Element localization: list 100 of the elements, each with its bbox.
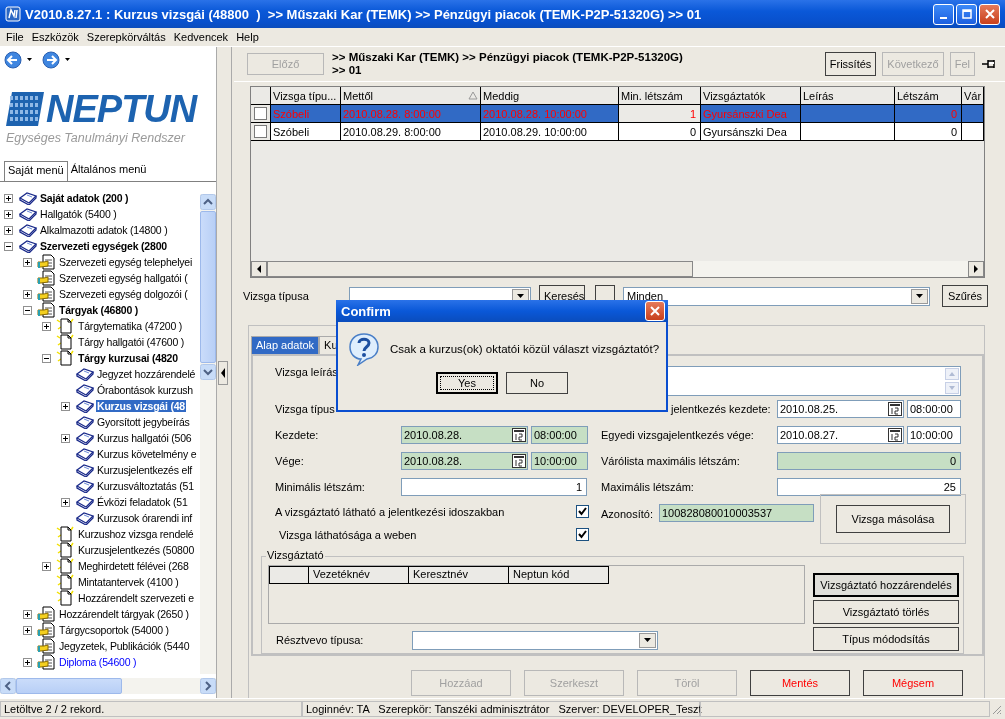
collapse-icon[interactable] xyxy=(42,353,51,363)
expand-icon[interactable] xyxy=(4,225,13,235)
back-icon[interactable] xyxy=(4,51,34,69)
tree-item[interactable]: Gyorsított jegybeírás xyxy=(96,416,191,428)
input-field[interactable]: 0 xyxy=(777,452,961,470)
tree-item[interactable]: Tárgytematika (47200 ) xyxy=(77,320,184,332)
calendar-icon[interactable] xyxy=(512,428,526,442)
tree-item[interactable]: Mintatantervek (4100 ) xyxy=(77,576,180,588)
tree-item[interactable]: Évközi feladatok (51 xyxy=(96,496,189,508)
date-field[interactable]: 2010.08.28. xyxy=(401,426,528,444)
tree-item[interactable]: Diploma (54600 ) xyxy=(58,656,138,668)
minimize-button[interactable] xyxy=(933,3,954,25)
tree-item[interactable]: Hozzárendelt tárgyak (2650 ) xyxy=(58,608,190,620)
tree-item[interactable]: Tárgycsoportok (54000 ) xyxy=(58,624,170,636)
scroll-right-icon[interactable] xyxy=(968,261,984,277)
expand-icon[interactable] xyxy=(61,433,70,443)
expand-icon[interactable] xyxy=(42,561,51,571)
tree-item[interactable]: Tárgy hallgatói (47600 ) xyxy=(77,336,186,348)
id-field[interactable]: 100828080010003537 xyxy=(659,504,814,522)
maximize-button[interactable] xyxy=(956,3,977,25)
column-header[interactable]: Keresztnév xyxy=(409,566,509,584)
tree-item[interactable]: Tárgy kurzusai (4820 xyxy=(77,352,179,364)
scroll-down-icon[interactable] xyxy=(200,364,216,380)
expand-icon[interactable] xyxy=(42,321,51,331)
tree-item[interactable]: Kurzushoz vizsga rendelé xyxy=(77,528,195,540)
column-header[interactable]: Vezetéknév xyxy=(309,566,409,584)
horizontal-scrollbar[interactable] xyxy=(251,261,984,277)
time-field[interactable]: 08:00:00 xyxy=(531,426,588,444)
tree-item[interactable]: Meghirdetett félévei (268 xyxy=(77,560,190,572)
input-field[interactable]: 1 xyxy=(401,478,587,496)
expand-icon[interactable] xyxy=(4,193,13,203)
checkbox[interactable] xyxy=(576,505,589,518)
copy-button[interactable]: Vizsga másolása xyxy=(836,505,950,533)
menu-item[interactable]: Eszközök xyxy=(27,31,83,43)
tree-item[interactable]: Jegyzetek, Publikációk (5440 xyxy=(58,640,191,652)
tree-item[interactable]: Hallgatók (5400 ) xyxy=(39,208,118,220)
calendar-icon[interactable] xyxy=(512,454,526,468)
collapse-icon[interactable] xyxy=(23,305,32,315)
time-field[interactable]: 10:00:00 xyxy=(531,452,588,470)
calendar-icon[interactable] xyxy=(888,402,902,416)
nav-button[interactable]: Frissítés xyxy=(824,52,877,76)
time-field[interactable]: 10:00:00 xyxy=(907,426,961,444)
tree-item[interactable]: Kurzusjelentkezés elf xyxy=(96,464,194,476)
tree-item[interactable]: Szervezeti egység dolgozói ( xyxy=(58,288,189,300)
resize-grip-icon[interactable] xyxy=(990,703,1002,715)
role-dropdown[interactable] xyxy=(412,630,658,650)
tree-item[interactable]: Órabontások kurzush xyxy=(96,384,194,396)
examiner-button[interactable]: Vizsgáztató hozzárendelés xyxy=(813,573,959,597)
scroll-thumb[interactable] xyxy=(200,211,216,363)
menu-tab[interactable]: Általános menü xyxy=(67,161,150,181)
menu-item[interactable]: Szerepkörváltás xyxy=(82,31,170,43)
expand-icon[interactable] xyxy=(23,609,32,619)
tree-item[interactable]: Alkalmazotti adatok (14800 ) xyxy=(39,224,169,236)
tree-item[interactable]: Kurzus vizsgái (48 xyxy=(96,400,186,412)
expand-icon[interactable] xyxy=(23,657,32,667)
column-header[interactable]: Neptun kód xyxy=(509,566,609,584)
close-button[interactable] xyxy=(979,3,1000,25)
expand-icon[interactable] xyxy=(61,401,70,411)
date-field[interactable]: 2010.08.27. xyxy=(777,426,904,444)
form-tab[interactable]: Alap adatok xyxy=(251,336,320,354)
menu-item[interactable]: Kedvencek xyxy=(169,31,233,43)
expand-icon[interactable] xyxy=(23,289,32,299)
tree-item[interactable]: Szervezeti egység telephelyei xyxy=(58,256,194,268)
close-button[interactable] xyxy=(645,301,665,321)
tree-item[interactable]: Kurzus hallgatói (506 xyxy=(96,432,193,444)
expand-icon[interactable] xyxy=(23,625,32,635)
horizontal-scrollbar[interactable] xyxy=(0,678,216,694)
tree-item[interactable]: Tárgyak (46800 ) xyxy=(58,304,140,316)
tree-item[interactable]: Jegyzet hozzárendelé xyxy=(96,368,197,380)
menu-tab[interactable]: Saját menü xyxy=(4,161,68,181)
date-field[interactable]: 2010.08.28. xyxy=(401,452,528,470)
scroll-thumb[interactable] xyxy=(267,261,693,277)
expand-icon[interactable] xyxy=(61,497,70,507)
menu-item[interactable]: File xyxy=(2,31,28,43)
tree-item[interactable]: Saját adatok (200 ) xyxy=(39,192,130,204)
input-field[interactable]: 25 xyxy=(777,478,961,496)
examiner-button[interactable]: Vizsgáztató törlés xyxy=(813,600,959,624)
dialog-button[interactable]: Yes xyxy=(436,372,498,394)
dialog-button[interactable]: No xyxy=(506,372,568,394)
grid-row[interactable]: Szóbeli 2010.08.29. 8:00:00 2010.08.29. 10:00:00 0 Gyursánszki Dea 0 xyxy=(251,123,984,141)
scroll-up-icon[interactable] xyxy=(200,194,216,210)
tree-item[interactable]: Kurzusok órarendi inf xyxy=(96,512,194,524)
checkbox[interactable] xyxy=(576,528,589,541)
collapse-pane-icon[interactable] xyxy=(218,361,228,385)
time-field[interactable]: 08:00:00 xyxy=(907,400,961,418)
scroll-thumb[interactable] xyxy=(16,678,122,694)
examiner-button[interactable]: Típus módodsítás xyxy=(813,627,959,651)
tree-item[interactable]: Kurzusváltoztatás (51 xyxy=(96,480,195,492)
expand-icon[interactable] xyxy=(23,257,32,267)
collapse-icon[interactable] xyxy=(4,241,13,251)
menu-item[interactable]: Help xyxy=(232,31,263,43)
scroll-left-icon[interactable] xyxy=(251,261,267,277)
vertical-scrollbar[interactable] xyxy=(200,194,216,674)
filter-button[interactable]: Szűrés xyxy=(942,285,988,307)
row-checkbox[interactable] xyxy=(254,107,267,120)
tree-item[interactable]: Kurzus követelmény e xyxy=(96,448,198,460)
scope-dropdown[interactable]: Minden xyxy=(623,286,930,306)
row-checkbox[interactable] xyxy=(254,125,267,138)
tree-item[interactable]: Kurzusjelentkezés (50800 xyxy=(77,544,196,556)
forward-icon[interactable] xyxy=(42,51,72,69)
